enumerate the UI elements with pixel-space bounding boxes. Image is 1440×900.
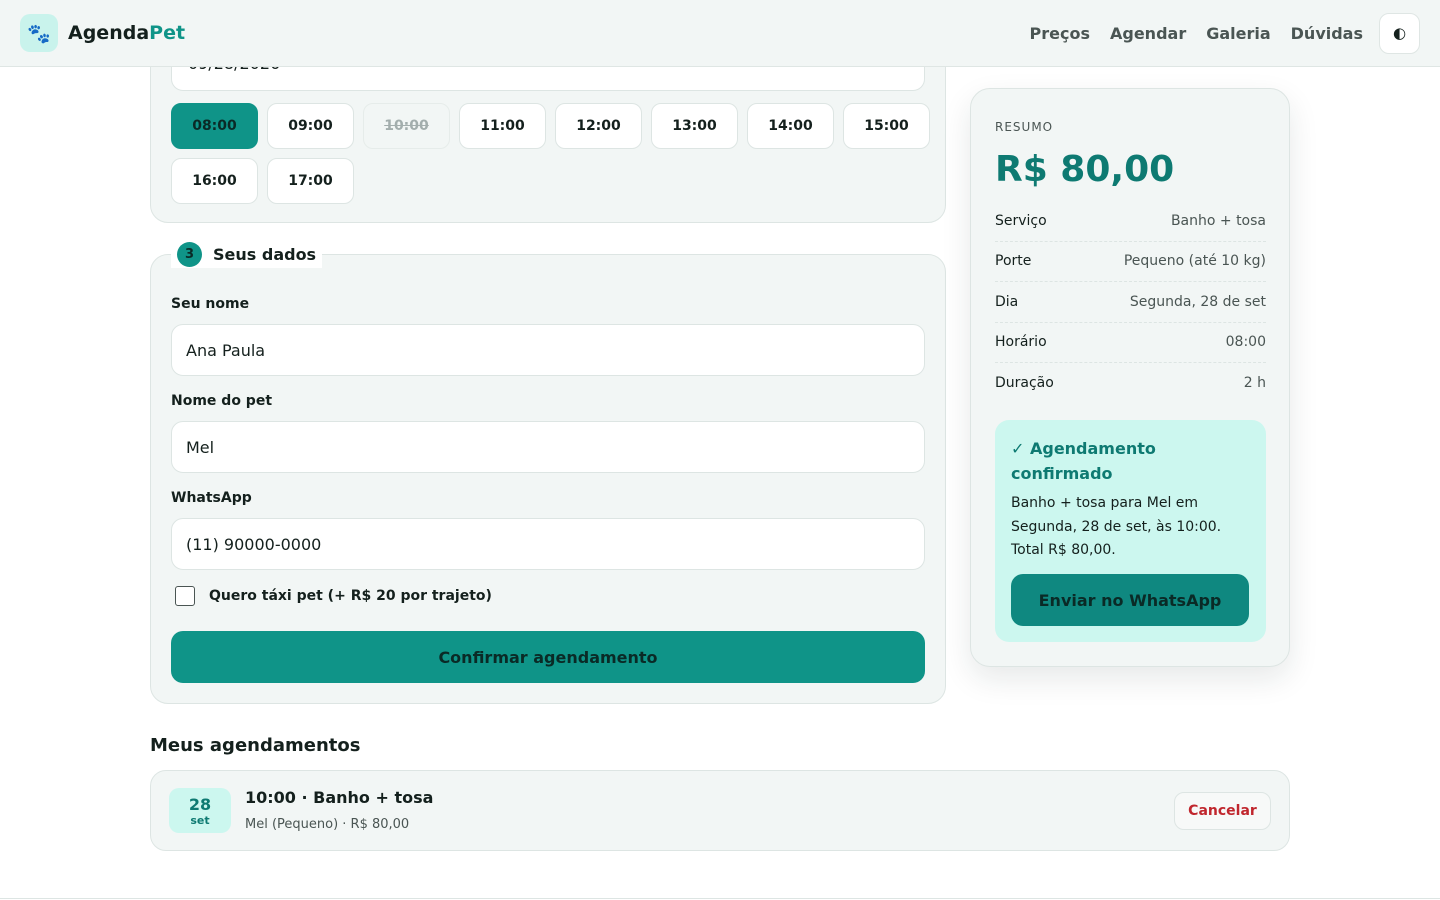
appointment-subtitle: Mel (Pequeno) · R$ 80,00 (245, 817, 410, 832)
time-slot-1300[interactable]: 13:00 (651, 103, 738, 149)
appointment-month: set (190, 814, 210, 827)
brand-main: Agenda (68, 22, 150, 44)
pet-name-input[interactable] (171, 421, 925, 473)
brand-accent: Pet (149, 22, 186, 44)
top-header: 🐾 AgendaPet Preços Agendar Galeria Dúvid… (0, 0, 1440, 67)
step-number-badge: 3 (177, 241, 202, 267)
summary-row-day: Dia Segunda, 28 de set (995, 282, 1266, 323)
time-slot-1200[interactable]: 12:00 (555, 103, 642, 149)
name-input[interactable] (171, 324, 925, 376)
taxi-option[interactable]: Quero táxi pet (+ R$ 20 por trajeto) (175, 586, 492, 606)
summary-eyebrow: RESUMO (995, 120, 1054, 134)
summary-rows: Serviço Banho + tosa Porte Pequeno (até 10… (995, 201, 1266, 404)
nav-agendar[interactable]: Agendar (1110, 24, 1186, 43)
time-slots: 08:00 09:00 10:00 11:00 12:00 13:00 14:0… (171, 103, 931, 204)
summary-value: 2 h (1243, 375, 1266, 392)
nav-precos[interactable]: Preços (1030, 24, 1090, 43)
appointment-day: 28 (188, 795, 212, 814)
time-slot-0900[interactable]: 09:00 (267, 103, 354, 149)
appointment-date-badge: 28 set (169, 788, 231, 833)
appointment-title: 10:00 · Banho + tosa (245, 788, 434, 807)
time-slot-1400[interactable]: 14:00 (747, 103, 834, 149)
summary-key: Horário (995, 334, 1047, 351)
whatsapp-label: WhatsApp (171, 490, 252, 506)
confirmation-line-1: Banho + tosa para Mel em Segunda, 28 de … (1011, 495, 1222, 535)
step-3-legend: 3 Seus dados (171, 240, 323, 268)
summary-row-time: Horário 08:00 (995, 323, 1266, 363)
confirmation-line-2: Total R$ 80,00. (1011, 542, 1116, 558)
time-slot-1500[interactable]: 15:00 (843, 103, 930, 149)
confirmation-text: Banho + tosa para Mel em Segunda, 28 de … (1011, 492, 1250, 563)
summary-key: Porte (995, 253, 1032, 270)
appointment-item: 28 set 10:00 · Banho + tosa Mel (Pequeno… (150, 770, 1290, 851)
time-slot-0800[interactable]: 08:00 (171, 103, 258, 149)
summary-key: Serviço (995, 212, 1047, 229)
nav-galeria[interactable]: Galeria (1206, 24, 1270, 43)
summary-row-size: Porte Pequeno (até 10 kg) (995, 242, 1266, 282)
send-whatsapp-button[interactable]: Enviar no WhatsApp (1011, 574, 1249, 626)
time-slot-1600[interactable]: 16:00 (171, 158, 258, 204)
summary-value: Pequeno (até 10 kg) (1123, 253, 1266, 270)
summary-value: 08:00 (1225, 334, 1266, 351)
summary-row-duration: Duração 2 h (995, 363, 1266, 404)
taxi-checkbox[interactable] (175, 586, 195, 606)
paw-icon[interactable]: 🐾 (20, 14, 58, 52)
summary-value: Banho + tosa (1170, 212, 1266, 229)
cancel-appointment-button[interactable]: Cancelar (1174, 792, 1271, 830)
taxi-label: Quero táxi pet (+ R$ 20 por trajeto) (209, 588, 492, 604)
main-nav: Preços Agendar Galeria Dúvidas ◐ (1010, 12, 1420, 54)
confirmation-title: ✓ Agendamento confirmado (1011, 439, 1156, 483)
time-slot-1700[interactable]: 17:00 (267, 158, 354, 204)
time-slot-1000: 10:00 (363, 103, 450, 149)
appointments-title: Meus agendamentos (150, 735, 361, 756)
footer-divider (0, 898, 1440, 899)
contrast-icon: ◐ (1392, 24, 1407, 42)
name-label: Seu nome (171, 296, 250, 312)
details-card: Seu nome Nome do pet WhatsApp Quero táxi… (150, 254, 946, 704)
whatsapp-input[interactable] (171, 518, 925, 570)
summary-card: RESUMO R$ 80,00 Serviço Banho + tosa Port… (970, 88, 1290, 667)
step-title: Seus dados (213, 244, 317, 264)
brand-logo[interactable]: AgendaPet (68, 22, 185, 44)
theme-toggle-button[interactable]: ◐ (1379, 12, 1420, 54)
summary-key: Duração (995, 375, 1054, 392)
summary-key: Dia (995, 293, 1019, 310)
confirm-booking-button[interactable]: Confirmar agendamento (171, 631, 925, 683)
confirmation-box: ✓ Agendamento confirmado Banho + tosa pa… (995, 420, 1266, 642)
pet-name-label: Nome do pet (171, 393, 273, 409)
time-slot-1100[interactable]: 11:00 (459, 103, 546, 149)
summary-total: R$ 80,00 (995, 149, 1175, 190)
nav-duvidas[interactable]: Dúvidas (1291, 24, 1363, 43)
summary-value: Segunda, 28 de set (1129, 293, 1266, 310)
summary-row-service: Serviço Banho + tosa (995, 201, 1266, 242)
